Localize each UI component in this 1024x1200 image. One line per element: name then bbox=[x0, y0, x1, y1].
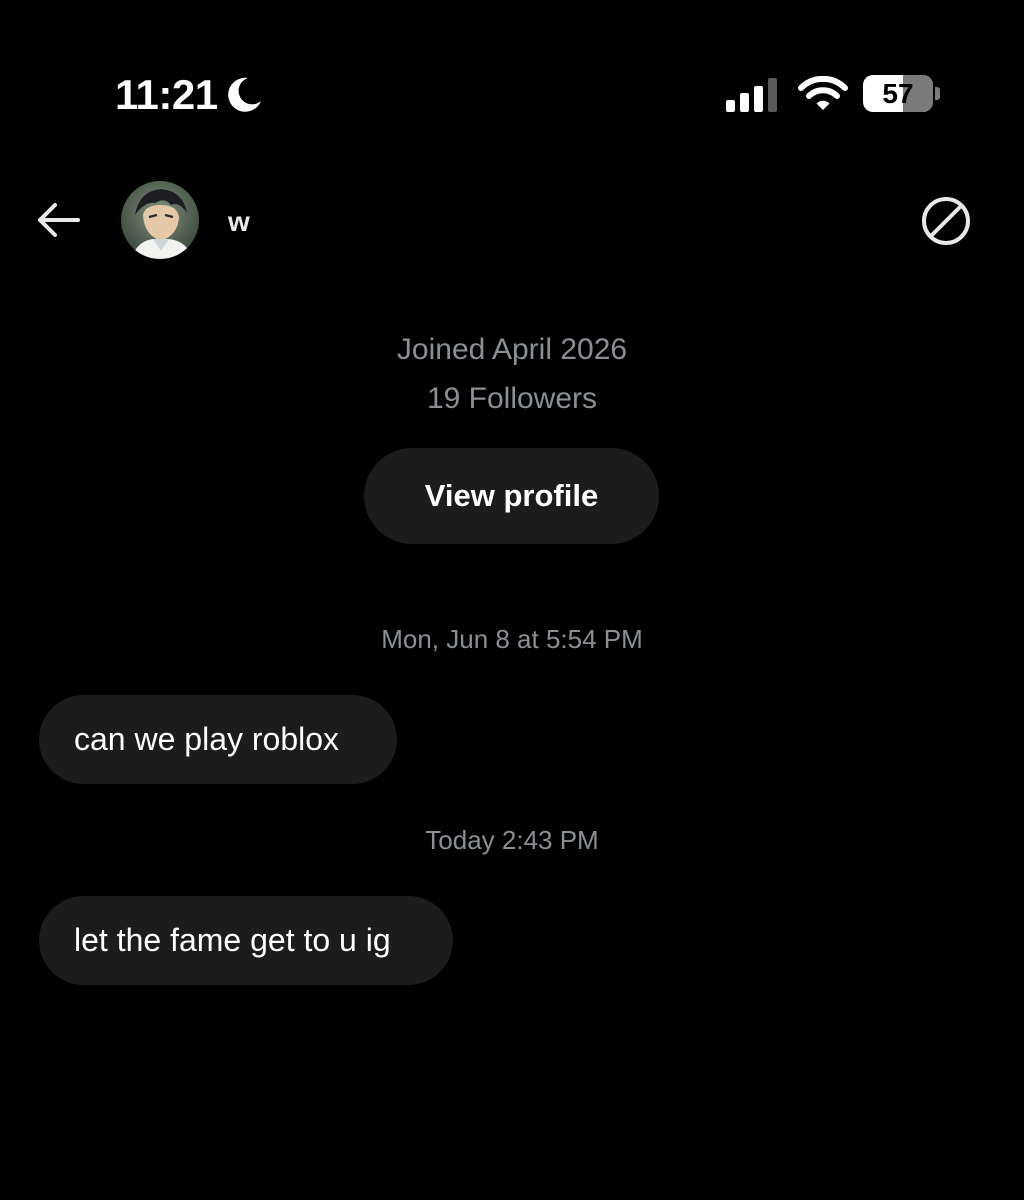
arrow-left-icon[interactable] bbox=[30, 195, 86, 245]
moon-icon bbox=[228, 77, 261, 112]
message-timestamp: Mon, Jun 8 at 5:54 PM bbox=[381, 624, 643, 654]
battery-tip bbox=[935, 87, 940, 100]
message-timestamp: Today 2:43 PM bbox=[425, 825, 599, 855]
status-time: 11:21 bbox=[115, 71, 218, 118]
avatar[interactable] bbox=[121, 181, 199, 259]
contact-name[interactable]: w bbox=[228, 206, 250, 238]
block-icon[interactable] bbox=[918, 193, 974, 249]
joined-date: Joined April 2026 bbox=[396, 333, 628, 366]
battery-level: 57 bbox=[882, 78, 914, 109]
wifi-icon bbox=[798, 76, 848, 110]
followers-count: 19 Followers bbox=[426, 382, 598, 415]
message-bubble[interactable]: can we play roblox bbox=[39, 695, 397, 784]
view-profile-button[interactable]: View profile bbox=[364, 448, 659, 544]
message-bubble[interactable]: let the fame get to u ig bbox=[39, 896, 453, 985]
cellular-signal-icon bbox=[726, 78, 777, 112]
battery-icon: 57 bbox=[863, 75, 933, 112]
